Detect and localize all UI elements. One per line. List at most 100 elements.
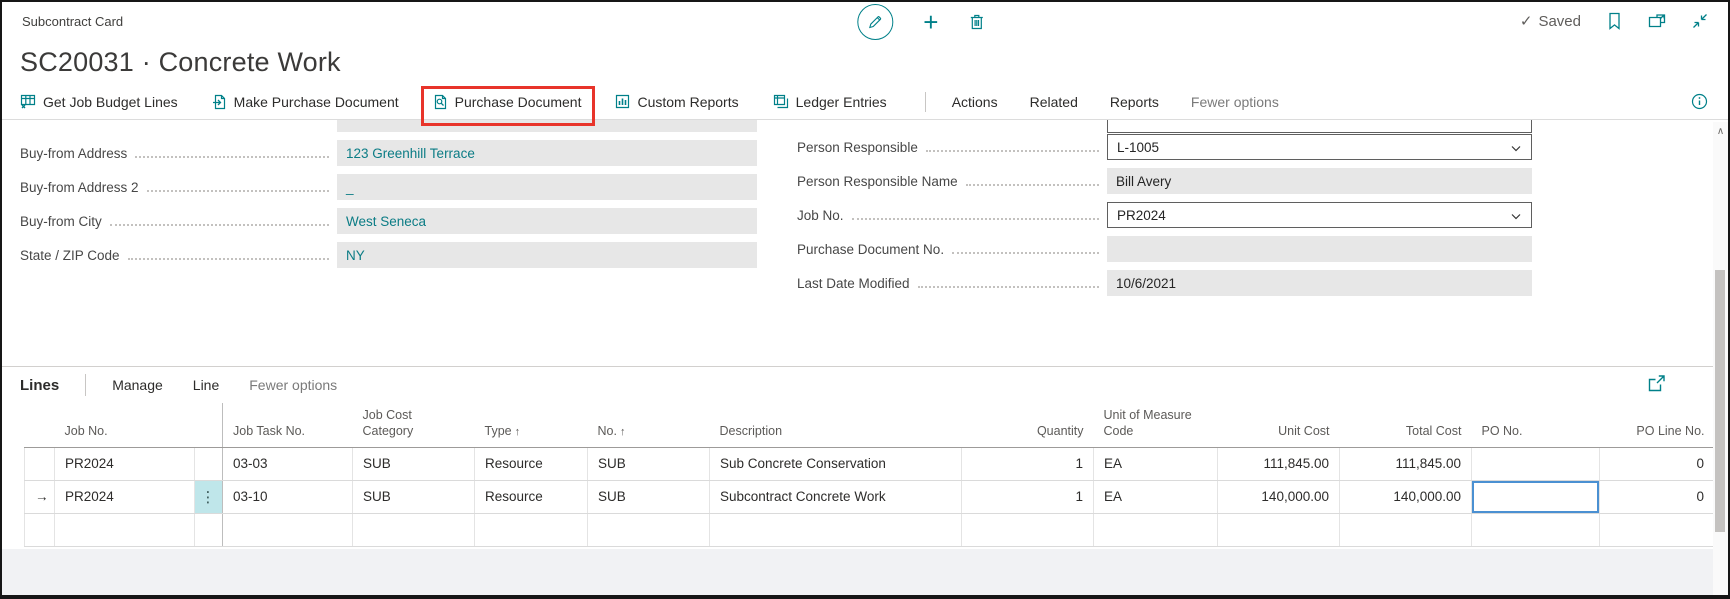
col-job-no[interactable]: Job No. <box>55 403 195 447</box>
dotted-leader <box>926 132 1099 152</box>
lines-toolbar-separator <box>85 374 86 396</box>
job-no-input[interactable]: PR2024 <box>1107 202 1532 228</box>
no-cell[interactable]: SUB <box>588 480 710 513</box>
no-cell[interactable]: SUB <box>588 447 710 480</box>
buy-from-city-value[interactable]: West Seneca <box>337 208 757 234</box>
chevron-down-icon[interactable] <box>1510 143 1522 154</box>
menu-reports[interactable]: Reports <box>1110 94 1159 110</box>
type-cell[interactable]: Resource <box>475 447 588 480</box>
type-cell[interactable]: Resource <box>475 480 588 513</box>
bookmark-button[interactable] <box>1607 12 1622 30</box>
job-cost-category-cell[interactable]: SUB <box>353 447 475 480</box>
lines-menu-manage[interactable]: Manage <box>112 377 163 393</box>
info-button[interactable] <box>1691 93 1708 110</box>
col-po-no[interactable]: PO No. <box>1472 403 1600 447</box>
quantity-cell[interactable]: 1 <box>962 480 1094 513</box>
pencil-icon <box>867 14 883 30</box>
subcontract-lines-table: Job No. Job Task No. Job Cost Category T… <box>24 403 1715 547</box>
po-line-no-cell[interactable]: 0 <box>1600 447 1715 480</box>
open-lines-in-new-window-button[interactable] <box>1648 375 1666 392</box>
col-quantity[interactable]: Quantity <box>962 403 1094 447</box>
table-row[interactable]: PR2024 03-03 SUB Resource SUB Sub Concre… <box>25 447 1715 480</box>
col-job-cost-category[interactable]: Job Cost Category <box>353 403 475 447</box>
po-line-no-cell[interactable]: 0 <box>1600 480 1715 513</box>
edit-button[interactable] <box>857 4 893 40</box>
unit-cost-cell[interactable]: 140,000.00 <box>1218 480 1340 513</box>
title-row: SC20031 · Concrete Work <box>2 40 1728 84</box>
fewer-options-link[interactable]: Fewer options <box>1191 94 1279 110</box>
row-selector-header <box>25 403 55 447</box>
action-label: Ledger Entries <box>796 94 887 110</box>
total-cost-cell[interactable]: 140,000.00 <box>1340 480 1472 513</box>
lines-section-title[interactable]: Lines <box>20 377 59 394</box>
dotted-leader <box>918 268 1099 288</box>
col-total-cost[interactable]: Total Cost <box>1340 403 1472 447</box>
lines-part-toolbar: Lines Manage Line Fewer options <box>2 367 1728 403</box>
description-cell[interactable]: Sub Concrete Conservation <box>710 447 962 480</box>
buy-from-address-2-value[interactable]: _ <box>337 174 757 200</box>
scrollbar-thumb[interactable] <box>1715 270 1725 532</box>
buy-from-fields-column: Buy-from Address 123 Greenhill Terrace B… <box>20 120 757 272</box>
field-buy-from-address-2: Buy-from Address 2 _ <box>20 170 757 204</box>
col-type[interactable]: Type↑ <box>475 403 588 447</box>
action-custom-reports[interactable]: Custom Reports <box>615 94 738 110</box>
description-cell[interactable]: Subcontract Concrete Work <box>710 480 962 513</box>
col-po-line-no[interactable]: PO Line No. <box>1600 403 1715 447</box>
uom-cell[interactable]: EA <box>1094 480 1218 513</box>
lines-fewer-options-link[interactable]: Fewer options <box>249 377 337 393</box>
buy-from-address-value[interactable]: 123 Greenhill Terrace <box>337 140 757 166</box>
job-no-cell[interactable]: PR2024 <box>55 480 195 513</box>
job-cost-category-cell[interactable]: SUB <box>353 480 475 513</box>
total-cost-cell[interactable]: 111,845.00 <box>1340 447 1472 480</box>
action-purchase-document[interactable]: Purchase Document <box>433 94 582 110</box>
job-task-no-cell[interactable]: 03-10 <box>223 480 353 513</box>
quantity-cell[interactable]: 1 <box>962 447 1094 480</box>
job-no-cell[interactable]: PR2024 <box>55 447 195 480</box>
lines-menu-line[interactable]: Line <box>193 377 219 393</box>
row-selector-cell[interactable] <box>25 447 55 480</box>
field-label: Buy-from Address 2 <box>20 180 139 195</box>
vertical-scrollbar[interactable]: ∧ <box>1713 122 1728 595</box>
col-job-task-no[interactable]: Job Task No. <box>223 403 353 447</box>
state-zip-code-value[interactable]: NY <box>337 242 757 268</box>
make-purchase-document-icon <box>212 94 227 110</box>
po-no-cell-focused[interactable] <box>1472 480 1600 513</box>
col-unit-of-measure-code[interactable]: Unit of Measure Code <box>1094 403 1218 447</box>
trash-icon <box>968 13 985 31</box>
po-no-cell[interactable] <box>1472 447 1600 480</box>
action-make-purchase-document[interactable]: Make Purchase Document <box>212 94 399 110</box>
field-label: Person Responsible Name <box>797 174 958 189</box>
chevron-down-icon[interactable] <box>1510 211 1522 222</box>
action-label: Purchase Document <box>455 94 582 110</box>
scroll-up-arrow-icon[interactable]: ∧ <box>1713 122 1728 137</box>
menu-actions[interactable]: Actions <box>952 94 998 110</box>
page-title: SC20031 · Concrete Work <box>20 47 341 78</box>
unit-cost-cell[interactable]: 111,845.00 <box>1218 447 1340 480</box>
uom-cell[interactable]: EA <box>1094 447 1218 480</box>
action-ledger-entries[interactable]: Ledger Entries <box>773 94 887 110</box>
table-row-empty[interactable] <box>25 513 1715 546</box>
person-responsible-input[interactable]: L-1005 <box>1107 134 1532 160</box>
open-in-new-window-button[interactable] <box>1648 13 1666 29</box>
collapse-button[interactable] <box>1692 13 1708 29</box>
col-unit-cost[interactable]: Unit Cost <box>1218 403 1340 447</box>
current-row-arrow-icon: → <box>25 480 55 513</box>
sort-ascending-icon: ↑ <box>515 426 521 438</box>
dotted-leader <box>110 206 329 226</box>
action-get-job-budget-lines[interactable]: Get Job Budget Lines <box>20 94 178 110</box>
col-no[interactable]: No.↑ <box>588 403 710 447</box>
ledger-entries-icon <box>773 94 789 109</box>
row-menu-button[interactable]: ⋮ <box>195 480 223 513</box>
table-row-current[interactable]: → PR2024 ⋮ 03-10 SUB Resource SUB Subcon… <box>25 480 1715 513</box>
new-button[interactable]: + <box>923 9 938 35</box>
action-label: Make Purchase Document <box>234 94 399 110</box>
field-label: Person Responsible <box>797 140 918 155</box>
job-task-no-cell[interactable]: 03-03 <box>223 447 353 480</box>
delete-button[interactable] <box>968 13 985 31</box>
person-responsible-name-value: Bill Avery <box>1107 168 1532 194</box>
menu-related[interactable]: Related <box>1030 94 1078 110</box>
page-type-caption: Subcontract Card <box>22 14 123 29</box>
col-description[interactable]: Description <box>710 403 962 447</box>
row-menu-cell[interactable] <box>195 447 223 480</box>
field-label: Purchase Document No. <box>797 242 944 257</box>
